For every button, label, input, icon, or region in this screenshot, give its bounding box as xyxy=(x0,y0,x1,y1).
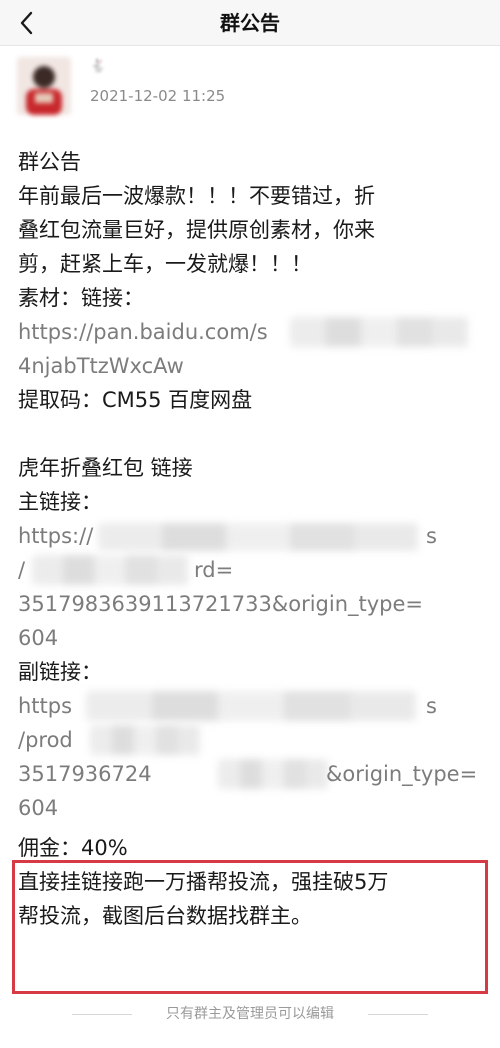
announcement-heading: 群公告 xyxy=(18,150,81,174)
material-label: 素材：链接： xyxy=(18,286,144,310)
divider xyxy=(368,1014,428,1015)
avatar[interactable] xyxy=(17,57,71,115)
sub-link-tail[interactable]: s xyxy=(426,689,437,723)
sub-link-text[interactable]: https xyxy=(18,694,72,718)
sub-link-label: 副链接： xyxy=(18,660,102,684)
intro-line: 叠红包流量巨好，提供原创素材，你来 xyxy=(18,218,375,242)
sub-link-text[interactable]: 3517936724 xyxy=(18,762,152,786)
sub-link[interactable]: 3517936724 &origin_type= xyxy=(18,757,488,791)
main-link[interactable]: / rd= xyxy=(18,553,488,587)
divider xyxy=(72,1014,132,1015)
material-link[interactable]: 4njabTtzWxcAw xyxy=(18,349,488,383)
author-row: 🐇 2021-12-02 11:25 xyxy=(0,47,500,127)
post-timestamp: 2021-12-02 11:25 xyxy=(90,87,226,105)
main-link-label: 主链接： xyxy=(18,490,102,514)
redacted-mosaic xyxy=(218,759,328,789)
main-link-tail[interactable]: s xyxy=(426,519,437,553)
sub-link[interactable]: 604 xyxy=(18,791,488,825)
redacted-mosaic xyxy=(90,725,200,755)
product-title: 虎年折叠红包 链接 xyxy=(18,456,193,480)
main-link[interactable]: https:// s xyxy=(18,519,488,553)
sub-link-fragment[interactable]: &origin_type= xyxy=(326,757,477,791)
intro-line: 年前最后一波爆款！！！不要错过，折 xyxy=(18,184,375,208)
sub-link[interactable]: https s xyxy=(18,689,488,723)
author-name: 🐇 xyxy=(90,59,107,74)
main-link[interactable]: 3517983639113721733&origin_type= xyxy=(18,587,488,621)
main-link-text[interactable]: / xyxy=(18,558,25,582)
material-link-text[interactable]: https://pan.baidu.com/s xyxy=(18,320,268,344)
footer-note: 只有群主及管理员可以编辑 xyxy=(166,1006,334,1022)
page-title: 群公告 xyxy=(220,11,280,35)
main-link-text[interactable]: https:// xyxy=(18,524,93,548)
redacted-mosaic xyxy=(290,317,468,347)
extract-code: 提取码：CM55 百度网盘 xyxy=(18,388,253,412)
intro-line: 剪，赶紧上车，一发就爆！！！ xyxy=(18,252,312,276)
sub-link-text[interactable]: /prod xyxy=(18,728,73,752)
redacted-mosaic xyxy=(32,555,188,585)
main-link[interactable]: 604 xyxy=(18,621,488,655)
nav-bar: 群公告 xyxy=(0,0,500,46)
highlight-box xyxy=(12,860,488,994)
footer: 只有群主及管理员可以编辑 xyxy=(0,1002,500,1026)
main-link-fragment[interactable]: rd= xyxy=(194,553,233,587)
redacted-mosaic xyxy=(86,691,416,721)
sub-link[interactable]: /prod xyxy=(18,723,488,757)
material-link[interactable]: https://pan.baidu.com/s xyxy=(18,315,488,349)
redacted-mosaic xyxy=(98,523,418,551)
announcement-content: 群公告 年前最后一波爆款！！！不要错过，折 叠红包流量巨好，提供原创素材，你来 … xyxy=(18,145,488,933)
